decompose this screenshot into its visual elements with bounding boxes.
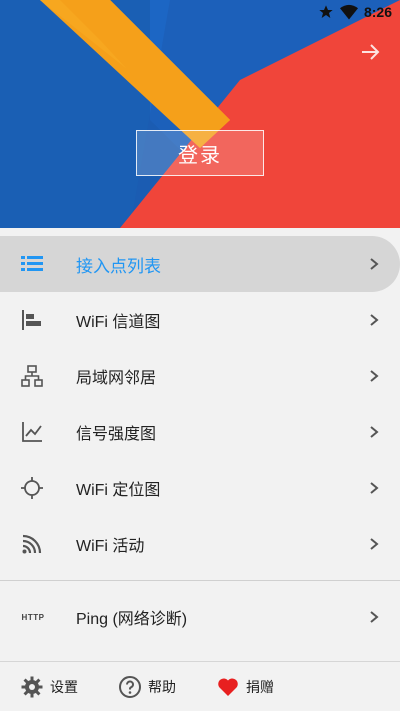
gear-icon xyxy=(21,676,43,697)
heart-icon xyxy=(218,677,238,696)
help-icon xyxy=(119,675,141,698)
help-label: 帮助 xyxy=(148,678,176,695)
settings-label: 设置 xyxy=(50,678,78,695)
menu-item-label: WiFi 活动 xyxy=(76,538,145,555)
list-icon xyxy=(20,252,44,276)
drawer-header: 8:26 登录 xyxy=(0,0,400,228)
menu-item-label: WiFi 定位图 xyxy=(76,482,161,499)
http-icon: HTTP xyxy=(20,605,46,629)
help-button[interactable]: 帮助 xyxy=(118,675,176,699)
menu-item-label: 接入点列表 xyxy=(76,256,161,276)
chevron-right-icon xyxy=(370,314,379,326)
login-button[interactable]: 登录 xyxy=(136,130,264,176)
star-icon xyxy=(319,5,333,18)
menu-item-signal-graph[interactable]: 信号强度图 xyxy=(0,404,400,460)
menu-item-wifi-locate[interactable]: WiFi 定位图 xyxy=(0,460,400,516)
menu-item-label: Ping (网络诊断) xyxy=(76,611,188,628)
chevron-right-icon xyxy=(370,611,379,623)
chevron-right-icon xyxy=(370,482,379,494)
settings-button[interactable]: 设置 xyxy=(20,675,78,699)
chevron-right-icon xyxy=(370,538,379,550)
drawer-menu: 接入点列表 WiFi 信道图 局域网邻居 信号强度图 WiFi 定位图 WiFi… xyxy=(0,236,400,572)
donate-label: 捐赠 xyxy=(246,678,274,695)
menu-item-ping[interactable]: HTTP Ping (网络诊断) xyxy=(0,589,400,645)
menu-item-channel-graph[interactable]: WiFi 信道图 xyxy=(0,292,400,348)
menu-item-label: WiFi 信道图 xyxy=(76,314,161,331)
header-background xyxy=(0,0,400,228)
signal-graph-icon xyxy=(20,420,44,444)
chevron-right-icon xyxy=(370,426,379,438)
menu-item-wifi-activity[interactable]: WiFi 活动 xyxy=(0,516,400,572)
chevron-right-icon xyxy=(370,370,379,382)
menu-item-label: 局域网邻居 xyxy=(76,370,157,387)
menu-item-label: 信号强度图 xyxy=(76,426,157,443)
lan-icon xyxy=(20,364,44,388)
chevron-right-icon xyxy=(370,258,379,270)
status-time: 8:26 xyxy=(363,4,392,20)
locate-icon xyxy=(20,476,44,500)
http-icon-text: HTTP xyxy=(21,612,45,622)
channel-chart-icon xyxy=(20,308,44,332)
exit-arrow-icon[interactable] xyxy=(358,40,382,64)
menu-divider xyxy=(0,580,400,581)
drawer-footer: 设置 帮助 捐赠 xyxy=(0,662,400,711)
wifi-activity-icon xyxy=(20,532,44,556)
wifi-signal-icon xyxy=(339,4,358,20)
menu-item-lan-neighbors[interactable]: 局域网邻居 xyxy=(0,348,400,404)
status-bar: 8:26 xyxy=(318,0,392,24)
donate-button[interactable]: 捐赠 xyxy=(216,675,274,699)
menu-item-access-points[interactable]: 接入点列表 xyxy=(0,236,400,292)
